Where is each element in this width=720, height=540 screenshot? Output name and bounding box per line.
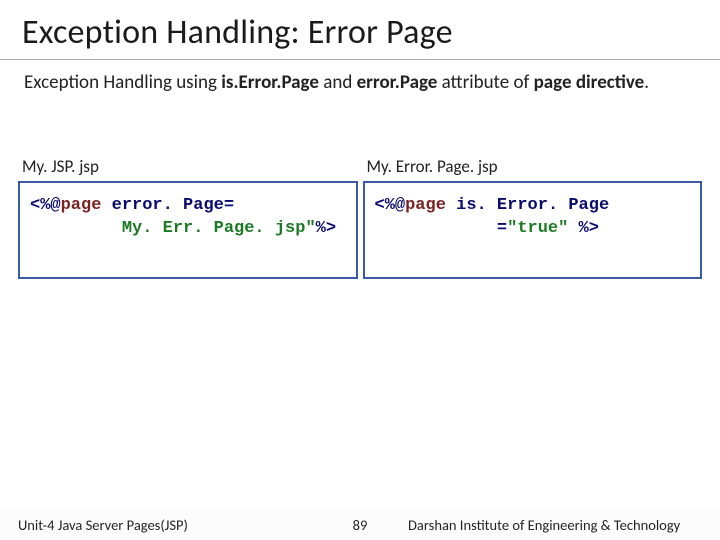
code-token: <%@ bbox=[30, 196, 61, 215]
left-column: My. JSP. jsp <%@page error. Page= My. Er… bbox=[18, 156, 358, 279]
footer: Unit-4 Java Server Pages(JSP) 89 Darshan… bbox=[0, 510, 720, 540]
right-codebox: <%@page is. Error. Page ="true" %> bbox=[363, 181, 703, 279]
subtitle: Exception Handling using is.Error.Page a… bbox=[0, 60, 720, 96]
subtitle-bold-2: error.Page bbox=[357, 71, 438, 94]
code-token: page bbox=[61, 196, 102, 215]
code-token: %> bbox=[568, 219, 599, 238]
code-token: <%@ bbox=[375, 196, 406, 215]
code-token: "true" bbox=[507, 219, 568, 238]
left-codebox: <%@page error. Page= My. Err. Page. jsp"… bbox=[18, 181, 358, 279]
code-token: = bbox=[375, 219, 508, 238]
code-token: %> bbox=[316, 219, 336, 238]
subtitle-bold-3: page directive bbox=[534, 71, 645, 94]
subtitle-text: attribute of bbox=[437, 71, 533, 94]
footer-left: Unit-4 Java Server Pages(JSP) bbox=[0, 516, 330, 534]
code-token: error. Page= bbox=[101, 196, 234, 215]
subtitle-text: . bbox=[644, 71, 649, 94]
code-token: is. Error. Page bbox=[446, 196, 609, 215]
footer-page-number: 89 bbox=[330, 516, 390, 534]
page-title: Exception Handling: Error Page bbox=[0, 0, 720, 60]
content-row: My. JSP. jsp <%@page error. Page= My. Er… bbox=[0, 96, 720, 540]
footer-right: Darshan Institute of Engineering & Techn… bbox=[390, 516, 720, 534]
code-token: My. Err. Page. jsp" bbox=[30, 219, 316, 238]
subtitle-bold-1: is.Error.Page bbox=[221, 71, 319, 94]
slide: Exception Handling: Error Page Exception… bbox=[0, 0, 720, 540]
code-token: page bbox=[405, 196, 446, 215]
left-filename: My. JSP. jsp bbox=[18, 156, 358, 181]
right-filename: My. Error. Page. jsp bbox=[363, 156, 703, 181]
subtitle-text: and bbox=[319, 71, 357, 94]
right-column: My. Error. Page. jsp <%@page is. Error. … bbox=[363, 156, 703, 279]
subtitle-text: Exception Handling using bbox=[24, 71, 221, 94]
